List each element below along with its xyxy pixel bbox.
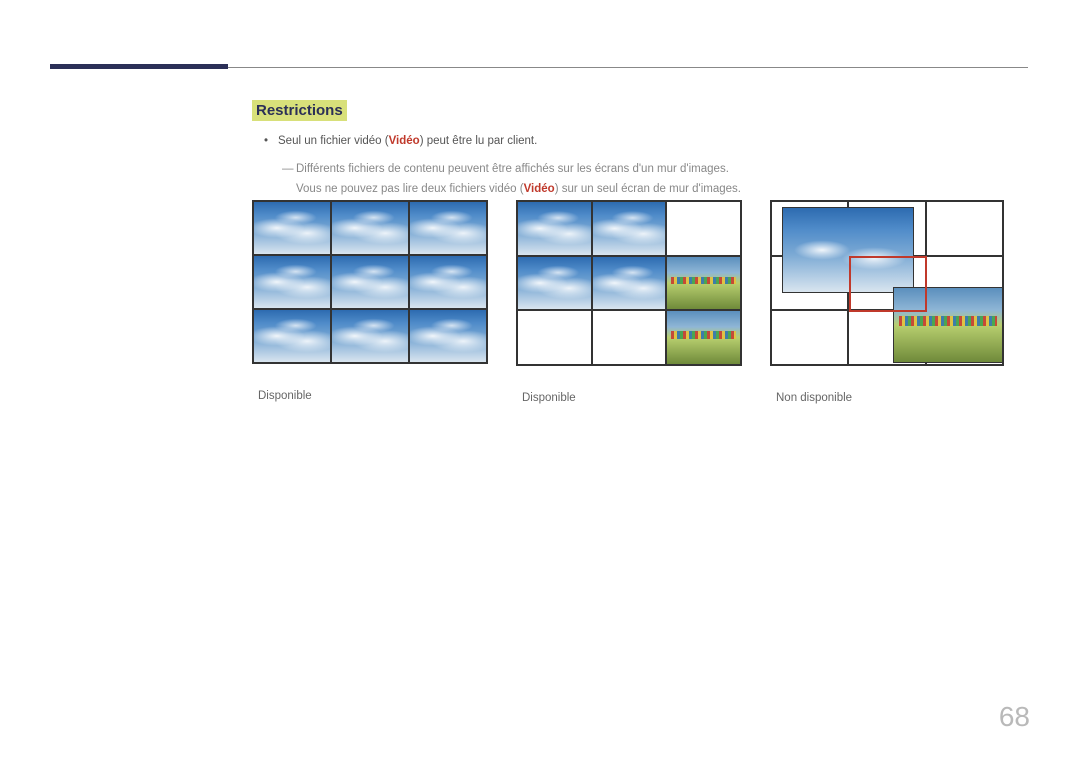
figure-b: Disponible xyxy=(516,200,742,404)
sub-line1-text: Différents fichiers de contenu peuvent ê… xyxy=(296,163,729,175)
bullet-prefix: Seul un fichier vidéo ( xyxy=(278,135,389,147)
sub-line2-prefix: Vous ne pouvez pas lire deux fichiers vi… xyxy=(296,183,524,195)
bullet-text: Seul un fichier vidéo (Vidéo) peut être … xyxy=(278,133,537,150)
cell-sky xyxy=(253,255,331,309)
cell-sky xyxy=(409,201,487,255)
figures-row: Disponible Disponible xyxy=(252,200,1032,404)
cell-sky xyxy=(409,255,487,309)
cell-blank xyxy=(666,201,741,256)
bullet-marker: • xyxy=(264,133,272,150)
section-heading: Restrictions xyxy=(252,100,347,121)
cell-blank xyxy=(517,310,592,365)
videowall-grid-c xyxy=(770,200,1004,366)
dash-marker: ― xyxy=(282,160,296,180)
sub-line-1: ―Différents fichiers de contenu peuvent … xyxy=(282,160,1032,180)
sub-note: ―Différents fichiers de contenu peuvent … xyxy=(282,160,1032,199)
cell-blank xyxy=(592,310,667,365)
videowall-grid-b xyxy=(516,200,742,366)
cell-sky xyxy=(253,309,331,363)
cell-sky xyxy=(331,309,409,363)
video-field-overlay xyxy=(893,287,1003,363)
cell-sky xyxy=(517,201,592,256)
page-number: 68 xyxy=(999,701,1030,733)
header-rule xyxy=(228,67,1028,68)
cell-field xyxy=(666,256,741,311)
cell-sky xyxy=(331,255,409,309)
cell-sky xyxy=(253,201,331,255)
cell-sky xyxy=(517,256,592,311)
cell-sky xyxy=(409,309,487,363)
figure-a-caption: Disponible xyxy=(258,390,488,402)
header-accent-bar xyxy=(50,64,228,69)
bullet-item: • Seul un fichier vidéo (Vidéo) peut êtr… xyxy=(264,133,1032,150)
sub-line2-suffix: ) sur un seul écran de mur d'images. xyxy=(555,183,741,195)
figure-a: Disponible xyxy=(252,200,488,404)
figure-c-caption: Non disponible xyxy=(776,392,1004,404)
cell-sky xyxy=(592,201,667,256)
cell-blank xyxy=(926,201,1003,256)
video-sky-overlay xyxy=(782,207,914,293)
figure-c: Non disponible xyxy=(770,200,1004,404)
sub-line2-keyword: Vidéo xyxy=(524,183,555,195)
videowall-grid-a xyxy=(252,200,488,364)
cell-blank xyxy=(771,310,848,365)
sub-line-2: Vous ne pouvez pas lire deux fichiers vi… xyxy=(282,180,1032,200)
cell-sky xyxy=(592,256,667,311)
cell-sky xyxy=(331,201,409,255)
cell-field xyxy=(666,310,741,365)
bullet-keyword: Vidéo xyxy=(389,135,420,147)
figure-b-caption: Disponible xyxy=(522,392,742,404)
bullet-suffix: ) peut être lu par client. xyxy=(420,135,538,147)
